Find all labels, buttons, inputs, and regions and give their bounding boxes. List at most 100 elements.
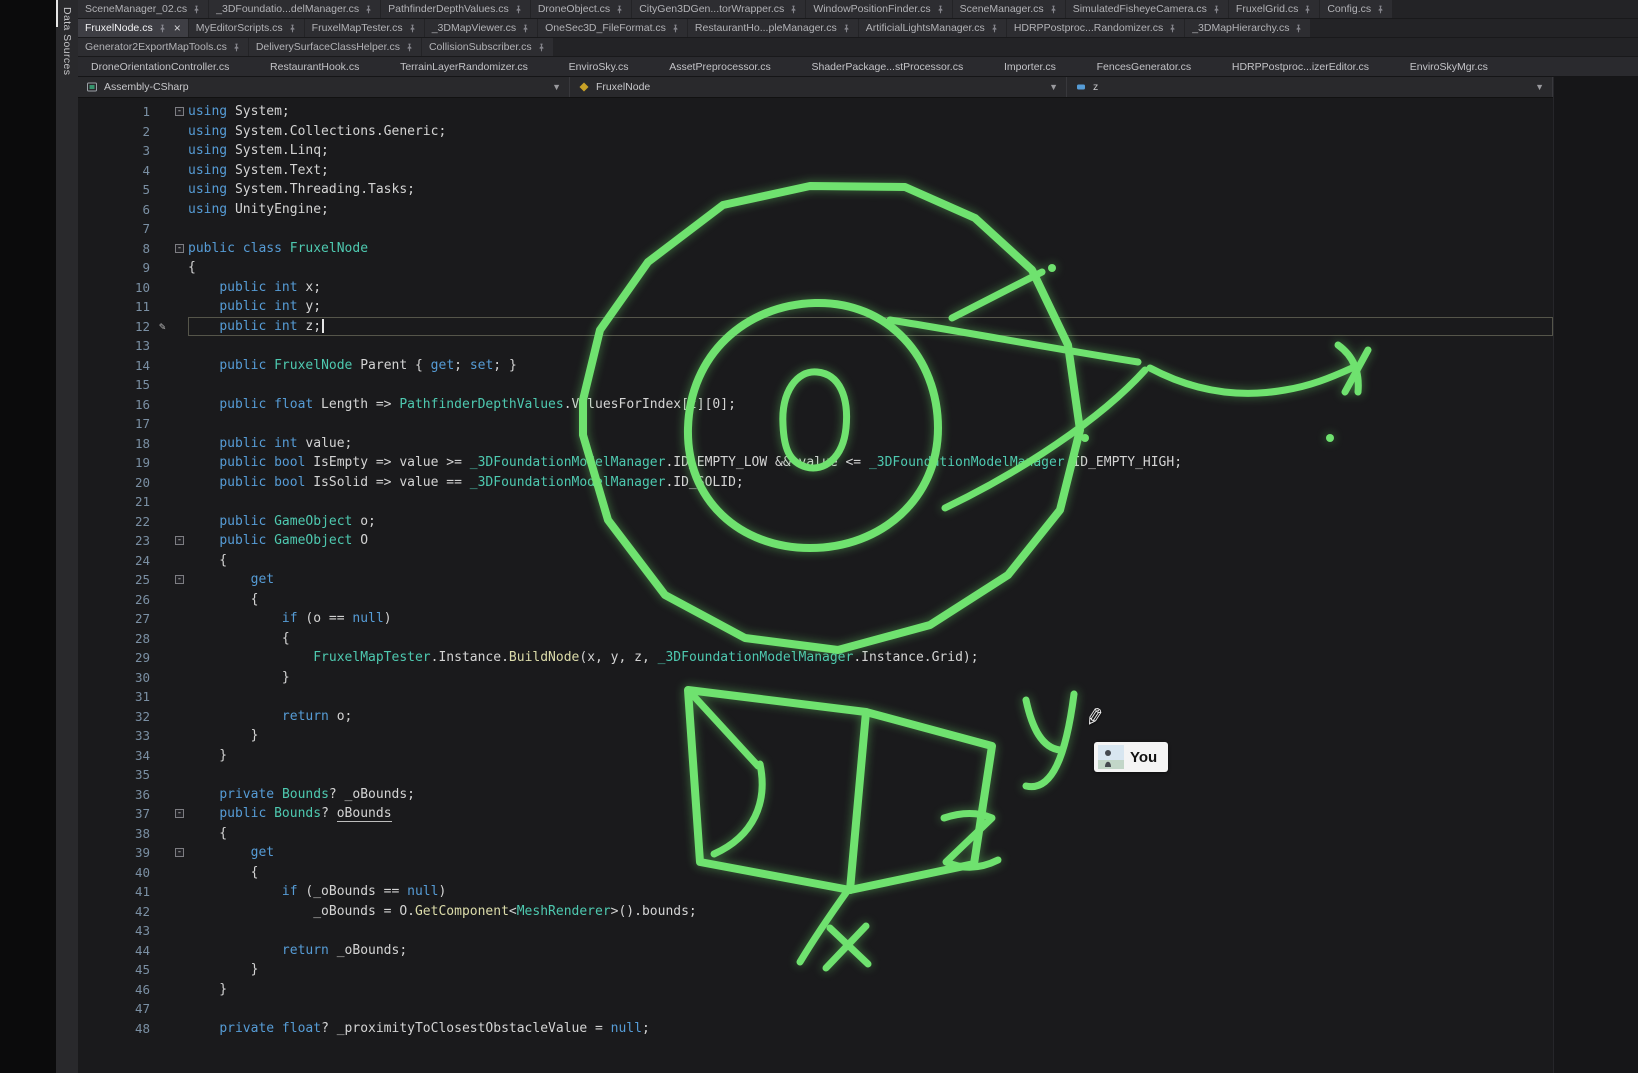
code-line-10[interactable]: 10 public int x; [78, 278, 1553, 298]
sidebar-tab-data-sources[interactable]: Data Sources [61, 0, 73, 75]
collapse-icon[interactable]: - [175, 809, 184, 818]
pin-icon[interactable] [521, 24, 530, 33]
chevron-down-icon[interactable]: ▼ [1535, 82, 1544, 92]
pin-icon[interactable] [1212, 5, 1221, 14]
chevron-down-icon[interactable]: ▼ [1049, 82, 1058, 92]
pin-icon[interactable] [537, 43, 546, 52]
collapse-icon[interactable]: - [175, 244, 184, 253]
code-line-19[interactable]: 19 public bool IsEmpty => value >= _3DFo… [78, 453, 1553, 473]
pin-icon[interactable] [1049, 5, 1058, 14]
pin-icon[interactable] [364, 5, 373, 14]
collapse-icon[interactable]: - [175, 848, 184, 857]
code-line-35[interactable]: 35 [78, 765, 1553, 785]
tab-CollisionSubscriber.cs[interactable]: CollisionSubscriber.cs [422, 38, 553, 56]
tab-SceneManager.cs[interactable]: SceneManager.cs [953, 0, 1065, 18]
tab-FruxelNode.cs[interactable]: FruxelNode.cs× [78, 19, 188, 37]
code-line-14[interactable]: 14 public FruxelNode Parent { get; set; … [78, 356, 1553, 376]
pin-icon[interactable] [1376, 5, 1385, 14]
code-line-4[interactable]: 4using System.Text; [78, 161, 1553, 181]
tab-FencesGenerator.cs[interactable]: FencesGenerator.cs [1090, 57, 1199, 76]
code-line-27[interactable]: 27 if (o == null) [78, 609, 1553, 629]
code-line-32[interactable]: 32 return o; [78, 707, 1553, 727]
collapse-icon[interactable]: - [175, 575, 184, 584]
member-dropdown[interactable]: z ▼ [1067, 77, 1553, 97]
code-line-3[interactable]: 3using System.Linq; [78, 141, 1553, 161]
code-line-31[interactable]: 31 [78, 687, 1553, 707]
pin-icon[interactable] [408, 24, 417, 33]
tab-FruxelMapTester.cs[interactable]: FruxelMapTester.cs [305, 19, 424, 37]
code-line-44[interactable]: 44 return _oBounds; [78, 941, 1553, 961]
tab-FruxelGrid.cs[interactable]: FruxelGrid.cs [1229, 0, 1319, 18]
code-line-26[interactable]: 26 { [78, 590, 1553, 610]
tab-SimulatedFisheyeCamera.cs[interactable]: SimulatedFisheyeCamera.cs [1066, 0, 1228, 18]
code-line-20[interactable]: 20 public bool IsSolid => value == _3DFo… [78, 473, 1553, 493]
code-editor[interactable]: 1-using System;2using System.Collections… [78, 98, 1553, 1073]
code-line-18[interactable]: 18 public int value; [78, 434, 1553, 454]
tab-SceneManager_02.cs[interactable]: SceneManager_02.cs [78, 0, 208, 18]
code-line-8[interactable]: 8-public class FruxelNode [78, 239, 1553, 259]
code-line-24[interactable]: 24 { [78, 551, 1553, 571]
tab-DroneOrientationController.cs[interactable]: DroneOrientationController.cs [84, 57, 236, 76]
code-line-17[interactable]: 17 [78, 414, 1553, 434]
code-line-38[interactable]: 38 { [78, 824, 1553, 844]
project-dropdown[interactable]: Assembly-CSharp ▼ [78, 77, 570, 97]
code-line-23[interactable]: 23- public GameObject O [78, 531, 1553, 551]
tab-TerrainLayerRandomizer.cs[interactable]: TerrainLayerRandomizer.cs [393, 57, 535, 76]
tab-CityGen3DGen...torWrapper.cs[interactable]: CityGen3DGen...torWrapper.cs [632, 0, 805, 18]
code-line-37[interactable]: 37- public Bounds? oBounds [78, 804, 1553, 824]
close-icon[interactable]: × [174, 23, 181, 33]
tab-OneSec3D_FileFormat.cs[interactable]: OneSec3D_FileFormat.cs [538, 19, 687, 37]
tab-_3DMapViewer.cs[interactable]: _3DMapViewer.cs [425, 19, 537, 37]
pin-icon[interactable] [405, 43, 414, 52]
pin-icon[interactable] [288, 24, 297, 33]
pin-icon[interactable] [789, 5, 798, 14]
tab-Config.cs[interactable]: Config.cs [1320, 0, 1392, 18]
collapse-icon[interactable]: - [175, 536, 184, 545]
code-line-43[interactable]: 43 [78, 921, 1553, 941]
code-line-2[interactable]: 2using System.Collections.Generic; [78, 122, 1553, 142]
tab-Generator2ExportMapTools.cs[interactable]: Generator2ExportMapTools.cs [78, 38, 248, 56]
type-dropdown[interactable]: FruxelNode ▼ [570, 77, 1067, 97]
code-line-33[interactable]: 33 } [78, 726, 1553, 746]
tab-_3DMapHierarchy.cs[interactable]: _3DMapHierarchy.cs [1185, 19, 1310, 37]
code-line-47[interactable]: 47 [78, 999, 1553, 1019]
code-line-12[interactable]: 12✎ public int z; [78, 317, 1553, 337]
pin-icon[interactable] [158, 24, 167, 33]
tab-RestaurantHo...pleManager.cs[interactable]: RestaurantHo...pleManager.cs [688, 19, 858, 37]
code-line-13[interactable]: 13 [78, 336, 1553, 356]
code-line-45[interactable]: 45 } [78, 960, 1553, 980]
code-line-48[interactable]: 48 private float? _proximityToClosestObs… [78, 1019, 1553, 1039]
code-line-11[interactable]: 11 public int y; [78, 297, 1553, 317]
tab-PathfinderDepthValues.cs[interactable]: PathfinderDepthValues.cs [381, 0, 530, 18]
pin-icon[interactable] [1168, 24, 1177, 33]
tab-ArtificialLightsManager.cs[interactable]: ArtificialLightsManager.cs [859, 19, 1006, 37]
pin-icon[interactable] [192, 5, 201, 14]
pin-icon[interactable] [936, 5, 945, 14]
collapse-icon[interactable]: - [175, 107, 184, 116]
code-line-46[interactable]: 46 } [78, 980, 1553, 1000]
pin-icon[interactable] [1303, 5, 1312, 14]
tab-DroneObject.cs[interactable]: DroneObject.cs [531, 0, 631, 18]
pin-icon[interactable] [1294, 24, 1303, 33]
code-line-5[interactable]: 5using System.Threading.Tasks; [78, 180, 1553, 200]
code-line-28[interactable]: 28 { [78, 629, 1553, 649]
code-line-40[interactable]: 40 { [78, 863, 1553, 883]
code-line-22[interactable]: 22 public GameObject o; [78, 512, 1553, 532]
code-line-30[interactable]: 30 } [78, 668, 1553, 688]
pin-icon[interactable] [842, 24, 851, 33]
code-line-29[interactable]: 29 FruxelMapTester.Instance.BuildNode(x,… [78, 648, 1553, 668]
code-line-9[interactable]: 9{ [78, 258, 1553, 278]
code-line-21[interactable]: 21 [78, 492, 1553, 512]
code-line-6[interactable]: 6using UnityEngine; [78, 200, 1553, 220]
tab-AssetPreprocessor.cs[interactable]: AssetPreprocessor.cs [662, 57, 778, 76]
tab-ShaderPackage...stProcessor.cs[interactable]: ShaderPackage...stProcessor.cs [804, 57, 970, 76]
tab-EnviroSkyMgr.cs[interactable]: EnviroSkyMgr.cs [1403, 57, 1495, 76]
code-line-36[interactable]: 36 private Bounds? _oBounds; [78, 785, 1553, 805]
code-line-15[interactable]: 15 [78, 375, 1553, 395]
pin-icon[interactable] [514, 5, 523, 14]
code-line-1[interactable]: 1-using System; [78, 102, 1553, 122]
tab-EnviroSky.cs[interactable]: EnviroSky.cs [562, 57, 636, 76]
code-line-34[interactable]: 34 } [78, 746, 1553, 766]
pin-icon[interactable] [990, 24, 999, 33]
tab-WindowPositionFinder.cs[interactable]: WindowPositionFinder.cs [806, 0, 951, 18]
